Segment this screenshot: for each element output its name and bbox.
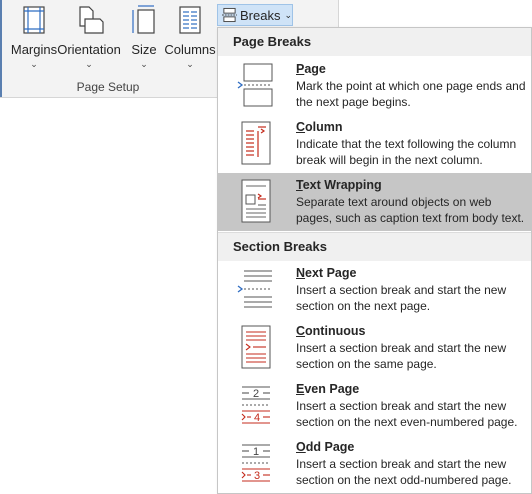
item-title: Text Wrapping [296, 178, 382, 192]
column-break-icon [241, 121, 271, 165]
columns-button[interactable]: Columns ⌄ [164, 4, 216, 76]
section-breaks-header: Section Breaks [218, 233, 531, 261]
svg-text:2: 2 [253, 388, 259, 400]
orientation-label: Orientation [57, 42, 121, 57]
item-description: Separate text around objects on web page… [296, 195, 525, 225]
chevron-down-icon: ⌄ [30, 59, 38, 69]
chevron-down-icon: ⌄ [186, 59, 194, 69]
menu-item-next-page[interactable]: Next Page Insert a section break and sta… [218, 261, 531, 319]
breaks-button[interactable]: Breaks ⌄ [217, 4, 293, 26]
orientation-button[interactable]: Orientation ⌄ [57, 4, 121, 76]
breaks-icon [222, 7, 237, 23]
item-description: Indicate that the text following the col… [296, 137, 517, 167]
breaks-menu: Page Breaks Page Mark the point at which… [217, 27, 532, 494]
margins-label: Margins [10, 42, 58, 57]
svg-text:3: 3 [254, 470, 260, 482]
item-title: Next Page [296, 266, 357, 280]
menu-item-page[interactable]: Page Mark the point at which one page en… [218, 57, 531, 115]
odd-page-icon: 1 3 [241, 444, 270, 482]
item-description: Insert a section break and start the new… [296, 399, 518, 429]
item-description: Insert a section break and start the new… [296, 341, 507, 371]
chevron-down-icon: ⌄ [85, 59, 93, 69]
item-title: Column [296, 120, 343, 134]
breaks-label: Breaks [239, 7, 281, 23]
text-wrapping-icon [241, 179, 271, 223]
item-description: Insert a section break and start the new… [296, 457, 512, 487]
even-page-icon: 2 4 [241, 386, 270, 424]
orientation-icon [79, 6, 104, 34]
svg-text:4: 4 [254, 412, 260, 424]
menu-item-continuous[interactable]: Continuous Insert a section break and st… [218, 319, 531, 377]
menu-item-even-page[interactable]: 2 4 Even Page Insert a section break and… [218, 377, 531, 435]
item-description: Insert a section break and start the new… [296, 283, 507, 313]
size-button[interactable]: Size ⌄ [128, 4, 160, 76]
menu-item-column[interactable]: Column Indicate that the text following … [218, 115, 531, 173]
page-breaks-header: Page Breaks [218, 28, 531, 56]
item-title: Even Page [296, 382, 360, 396]
continuous-icon [241, 325, 271, 369]
chevron-down-icon: ⌄ [140, 59, 148, 69]
size-icon [132, 5, 155, 34]
menu-item-odd-page[interactable]: 1 3 Odd Page Insert a section break and … [218, 435, 531, 493]
size-label: Size [131, 42, 157, 57]
margins-icon [23, 6, 45, 34]
svg-text:1: 1 [253, 446, 259, 458]
item-title: Continuous [296, 324, 366, 338]
chevron-down-icon: ⌄ [284, 9, 292, 20]
menu-item-text-wrapping[interactable]: Text Wrapping Separate text around objec… [218, 173, 531, 231]
group-label: Page Setup [76, 80, 140, 94]
page-break-icon [237, 63, 273, 107]
columns-label: Columns [164, 42, 216, 57]
item-description: Mark the point at which one page ends an… [296, 79, 526, 109]
next-page-icon [237, 270, 272, 308]
item-title: Odd Page [296, 440, 355, 454]
item-title: Page [296, 62, 326, 76]
columns-icon [179, 6, 201, 34]
margins-button[interactable]: Margins ⌄ [8, 4, 60, 76]
